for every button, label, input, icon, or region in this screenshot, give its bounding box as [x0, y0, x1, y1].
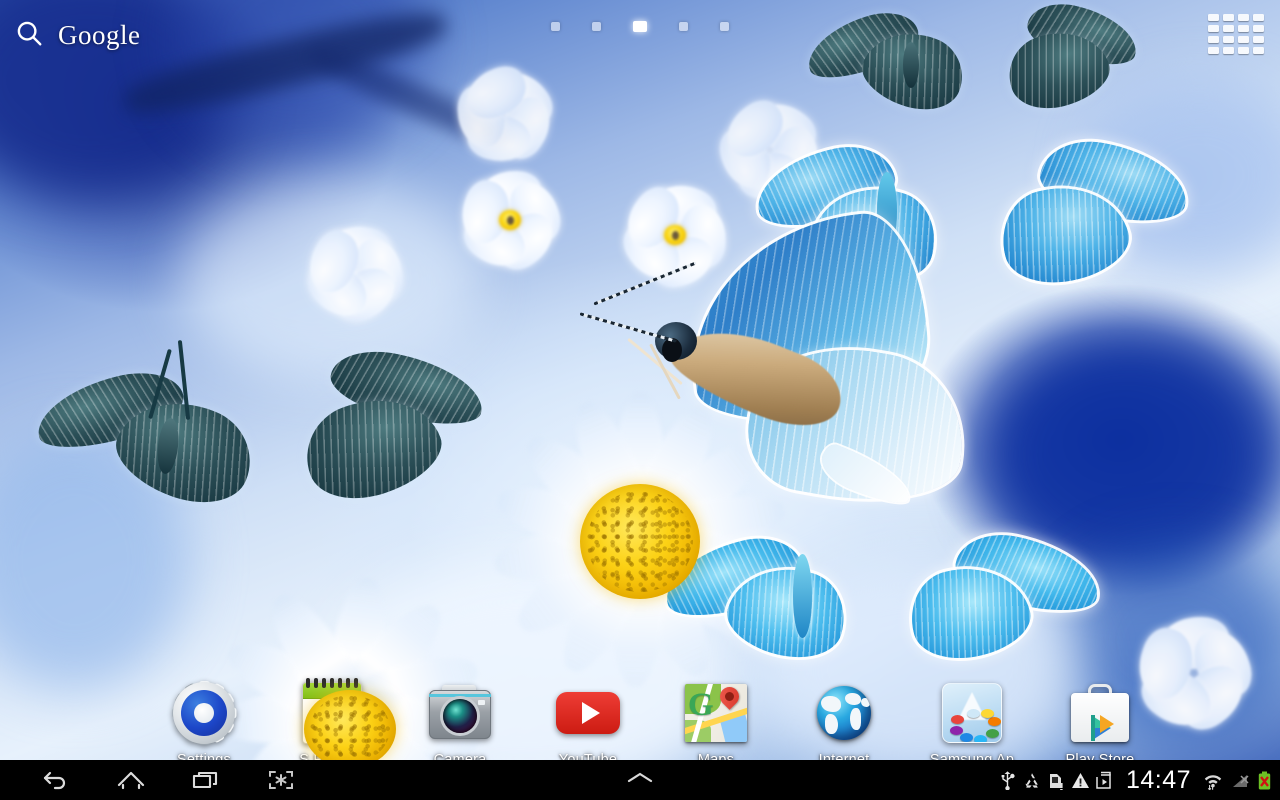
grid-cell [1208, 36, 1219, 43]
grid-cell [1208, 25, 1219, 32]
usb-icon [999, 770, 1016, 790]
color-dot [967, 709, 980, 718]
app-play-store[interactable]: Play Store [1036, 681, 1164, 768]
play-store-update-icon [1095, 771, 1112, 790]
play-triangle-icon [582, 702, 600, 724]
camera-accent-strip [429, 694, 491, 697]
wallpaper[interactable] [0, 0, 1280, 760]
color-dot [951, 715, 964, 724]
google-label: Google [58, 19, 141, 50]
calendar-rings [300, 678, 364, 688]
youtube-icon[interactable] [556, 681, 620, 745]
color-dot [988, 717, 1001, 726]
signal-off-icon [1231, 771, 1250, 790]
warning-triangle-icon [1071, 771, 1089, 790]
grid-cell [1223, 25, 1234, 32]
play-store-icon[interactable] [1068, 681, 1132, 745]
samsung-apps-tile [942, 683, 1002, 743]
battery-error-icon [1257, 771, 1272, 790]
bag-body [1071, 693, 1129, 742]
grid-cell [1253, 14, 1264, 21]
grid-cell [1238, 25, 1249, 32]
camera-flash [478, 700, 485, 705]
flower-forget-me-not [440, 160, 580, 280]
camera-lens [443, 699, 477, 733]
grid-cell [1238, 36, 1249, 43]
app-youtube[interactable]: YouTube [524, 681, 652, 768]
android-home-screen: Google Settings [0, 0, 1280, 800]
antenna [593, 261, 697, 306]
globe-landmass [850, 708, 861, 730]
flower-forget-me-not [290, 215, 420, 330]
grid-cell [1253, 47, 1264, 54]
app-internet[interactable]: Internet [780, 681, 908, 768]
home-icon[interactable] [93, 760, 168, 800]
globe-icon[interactable] [812, 681, 876, 745]
butterfly-dark-left [29, 330, 490, 560]
color-dot [974, 735, 987, 742]
samsung-apps-icon[interactable] [940, 681, 1004, 745]
sd-card-alert-icon [1047, 771, 1064, 791]
grid-cell [1208, 14, 1219, 21]
color-dot [981, 709, 994, 718]
play-triangle-orange [1100, 715, 1114, 733]
grid-cell [1238, 14, 1249, 21]
globe-landmass [825, 714, 838, 734]
recent-apps-icon[interactable] [168, 760, 243, 800]
butterfly-blue-bottom [657, 520, 1106, 695]
clock: 14:47 [1125, 765, 1191, 794]
grid-cell [1238, 47, 1249, 54]
color-dot [960, 733, 973, 742]
flower-forget-me-not [440, 59, 570, 170]
nav-buttons [0, 760, 318, 800]
grid-cell [1208, 47, 1219, 54]
grid-cell [1223, 14, 1234, 21]
globe-sphere [817, 686, 871, 740]
grid-cell [1253, 36, 1264, 43]
gear-center [194, 703, 214, 723]
app-settings[interactable]: Settings [140, 681, 268, 768]
navigation-bar: 14:47 [0, 760, 1280, 800]
wifi-data-icon [1202, 771, 1224, 790]
chevron-up-icon[interactable] [623, 769, 657, 792]
status-bar: 14:47 [999, 760, 1272, 800]
globe-landmass [821, 696, 841, 712]
butterfly-dark-top [799, 0, 1144, 150]
grid-cell [1223, 36, 1234, 43]
search-icon[interactable] [14, 18, 44, 53]
settings-gear-icon[interactable] [172, 681, 236, 745]
grid-cell [1223, 47, 1234, 54]
app-samsung-apps[interactable]: Samsung Ap [908, 681, 1036, 768]
color-dot [986, 729, 999, 738]
maps-icon[interactable]: G [684, 681, 748, 745]
app-maps[interactable]: G Maps [652, 681, 780, 768]
app-camera[interactable]: Camera [396, 681, 524, 768]
apps-grid-icon[interactable] [1208, 14, 1264, 54]
maps-g-letter: G [688, 687, 714, 723]
globe-landmass [861, 698, 870, 707]
home-icon-row: Settings 31 S Planner [0, 678, 1280, 768]
butterfly-main [579, 208, 1000, 530]
play-triangle-edge [1091, 715, 1095, 741]
butterfly-body [903, 42, 919, 88]
screen-capture-icon[interactable] [243, 760, 318, 800]
globe-landmass [845, 693, 861, 705]
butterfly-body [793, 554, 812, 638]
back-arrow-icon[interactable] [18, 760, 93, 800]
camera-icon[interactable] [428, 681, 492, 745]
sync-recycle-icon [1023, 771, 1040, 790]
google-search-widget[interactable]: Google [14, 14, 140, 56]
grid-cell [1253, 25, 1264, 32]
